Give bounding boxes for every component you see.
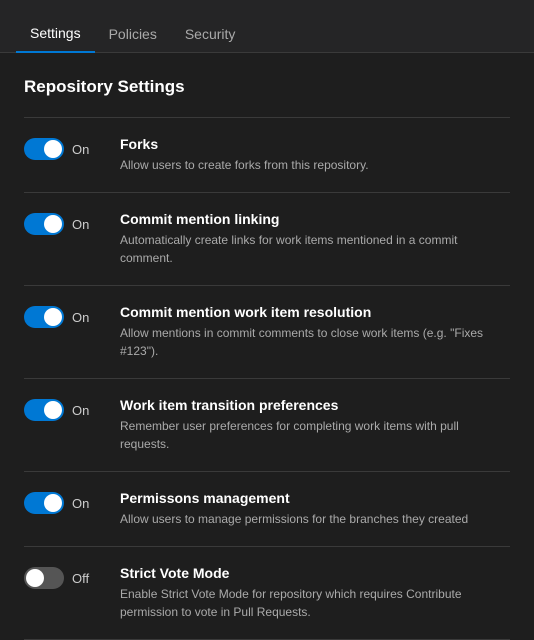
toggle-permissions-management[interactable] <box>24 492 64 514</box>
toggle-area-commit-mention-linking: On <box>24 211 104 235</box>
toggle-area-commit-mention-work-item: On <box>24 304 104 328</box>
setting-item-work-item-transition: On Work item transition preferences Rememb… <box>24 379 510 472</box>
setting-item-forks: On Forks Allow users to create forks from … <box>24 118 510 193</box>
toggle-label-commit-mention-linking: On <box>72 217 96 232</box>
setting-name-strict-vote-mode: Strict Vote Mode <box>120 565 510 581</box>
setting-name-work-item-transition: Work item transition preferences <box>120 397 510 413</box>
setting-text-permissions-management: Permissons management Allow users to mana… <box>120 490 510 528</box>
setting-name-commit-mention-linking: Commit mention linking <box>120 211 510 227</box>
setting-text-forks: Forks Allow users to create forks from th… <box>120 136 510 174</box>
toggle-area-permissions-management: On <box>24 490 104 514</box>
setting-name-commit-mention-work-item: Commit mention work item resolution <box>120 304 510 320</box>
setting-desc-commit-mention-work-item: Allow mentions in commit comments to clo… <box>120 324 510 360</box>
tab-security[interactable]: Security <box>171 16 250 52</box>
setting-text-work-item-transition: Work item transition preferences Remember… <box>120 397 510 453</box>
toggle-area-forks: On <box>24 136 104 160</box>
toggle-forks[interactable] <box>24 138 64 160</box>
setting-desc-commit-mention-linking: Automatically create links for work item… <box>120 231 510 267</box>
section-title: Repository Settings <box>24 77 510 97</box>
setting-item-strict-vote-mode: Off Strict Vote Mode Enable Strict Vote Mo… <box>24 547 510 640</box>
tab-bar: Settings Policies Security <box>0 0 534 53</box>
setting-desc-forks: Allow users to create forks from this re… <box>120 156 510 174</box>
setting-name-forks: Forks <box>120 136 510 152</box>
content-area: Repository Settings On Forks Allow users t… <box>0 53 534 640</box>
setting-text-commit-mention-linking: Commit mention linking Automatically crea… <box>120 211 510 267</box>
toggle-area-work-item-transition: On <box>24 397 104 421</box>
toggle-area-strict-vote-mode: Off <box>24 565 104 589</box>
setting-item-commit-mention-work-item: On Commit mention work item resolution All… <box>24 286 510 379</box>
setting-desc-strict-vote-mode: Enable Strict Vote Mode for repository w… <box>120 585 510 621</box>
toggle-strict-vote-mode[interactable] <box>24 567 64 589</box>
toggle-label-strict-vote-mode: Off <box>72 571 96 586</box>
setting-desc-work-item-transition: Remember user preferences for completing… <box>120 417 510 453</box>
setting-text-strict-vote-mode: Strict Vote Mode Enable Strict Vote Mode … <box>120 565 510 621</box>
toggle-label-work-item-transition: On <box>72 403 96 418</box>
settings-list: On Forks Allow users to create forks from … <box>24 117 510 640</box>
tab-policies[interactable]: Policies <box>95 16 171 52</box>
setting-name-permissions-management: Permissons management <box>120 490 510 506</box>
toggle-label-commit-mention-work-item: On <box>72 310 96 325</box>
setting-item-commit-mention-linking: On Commit mention linking Automatically cr… <box>24 193 510 286</box>
tab-settings[interactable]: Settings <box>16 15 95 53</box>
toggle-commit-mention-work-item[interactable] <box>24 306 64 328</box>
setting-desc-permissions-management: Allow users to manage permissions for th… <box>120 510 510 528</box>
toggle-label-permissions-management: On <box>72 496 96 511</box>
setting-text-commit-mention-work-item: Commit mention work item resolution Allow… <box>120 304 510 360</box>
setting-item-permissions-management: On Permissons management Allow users to ma… <box>24 472 510 547</box>
toggle-commit-mention-linking[interactable] <box>24 213 64 235</box>
toggle-label-forks: On <box>72 142 96 157</box>
toggle-work-item-transition[interactable] <box>24 399 64 421</box>
